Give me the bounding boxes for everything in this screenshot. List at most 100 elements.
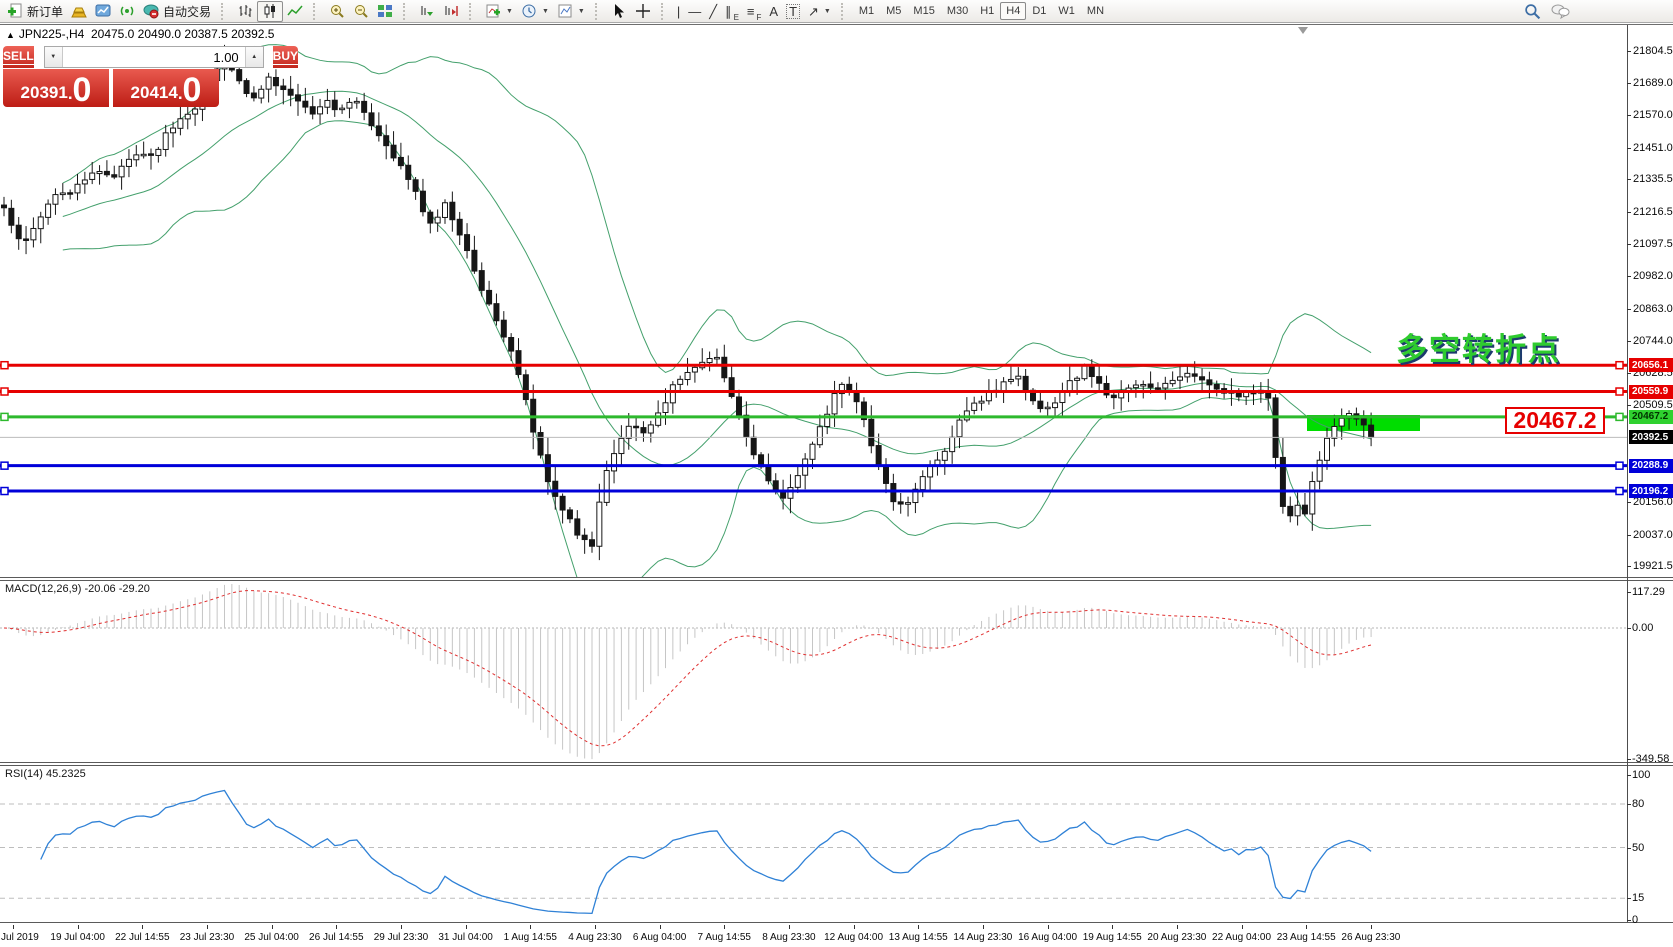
arrows-tool[interactable]: ↗ ▼ (804, 1, 835, 22)
macd-pane[interactable] (0, 581, 1627, 761)
pane-separator[interactable] (0, 762, 1673, 763)
crosshair-tool-button[interactable] (631, 1, 655, 22)
candle-chart-mode-button[interactable] (257, 1, 283, 22)
line-chart-mode-button[interactable] (283, 1, 307, 22)
rsi-axis-label: 0 (1632, 914, 1638, 926)
candle-body (1317, 460, 1322, 481)
candle-body (1008, 379, 1013, 381)
price-level-annotation[interactable]: 20467.2 (1505, 407, 1605, 434)
volume-input[interactable] (63, 47, 245, 67)
vertical-line-tool[interactable]: | (673, 1, 684, 22)
line-handle[interactable] (1616, 413, 1623, 420)
candle-body (612, 454, 617, 471)
line-handle[interactable] (1, 488, 8, 495)
cursor-tool-button[interactable] (607, 1, 631, 22)
candle-body (1016, 376, 1021, 379)
terminal-button[interactable] (91, 1, 115, 22)
candle-body (237, 70, 242, 81)
tile-windows-button[interactable] (373, 1, 397, 22)
time-tick-mark (466, 925, 467, 929)
time-tick-mark (13, 925, 14, 929)
macd-label: MACD(12,26,9) -20.06 -29.20 (5, 583, 150, 595)
rsi-axis-label: 50 (1632, 842, 1644, 854)
candle-body (1244, 392, 1249, 396)
candle-body (163, 133, 168, 150)
candle-body (626, 426, 631, 438)
price-tick-label: 19921.5 (1633, 560, 1673, 572)
timeframe-button-mn[interactable]: MN (1081, 2, 1110, 20)
timeframe-button-m15[interactable]: M15 (907, 2, 940, 20)
collapse-marker-icon[interactable]: ▲ (6, 30, 15, 40)
chart-shift-button[interactable] (439, 1, 463, 22)
main-chart-pane[interactable] (0, 25, 1627, 577)
candle-body (406, 165, 411, 179)
price-tick-label: 21216.5 (1633, 206, 1673, 218)
candle-body (193, 109, 198, 114)
fibonacci-tool[interactable]: ≡ F (743, 1, 765, 22)
timeframe-button-m5[interactable]: M5 (880, 2, 907, 20)
rsi-pane[interactable] (0, 766, 1627, 921)
buy-price-display[interactable]: 20414.0 (113, 69, 219, 107)
channel-glyph: ∥ (725, 5, 732, 18)
candle-body (545, 455, 550, 482)
pane-separator[interactable] (0, 580, 1673, 581)
sell-button[interactable]: SELL (3, 46, 34, 68)
candle-body (82, 180, 87, 184)
timeframe-button-m1[interactable]: M1 (853, 2, 880, 20)
auto-scroll-button[interactable] (415, 1, 439, 22)
periods-button[interactable]: ▼ (517, 1, 553, 22)
volume-increase-button[interactable]: ▲ (245, 47, 263, 67)
line-handle[interactable] (1616, 388, 1623, 395)
channel-tool[interactable]: ∥ E (721, 1, 743, 22)
line-handle[interactable] (1, 362, 8, 369)
dropdown-caret: ▼ (824, 8, 831, 15)
market-watch-button[interactable] (67, 1, 91, 22)
arrows-glyph: ↗ (808, 5, 819, 18)
volume-decrease-button[interactable]: ▼ (45, 47, 63, 67)
candle-body (942, 451, 947, 460)
pane-separator[interactable] (0, 577, 1673, 578)
chat-icon[interactable] (1551, 3, 1570, 19)
zoom-in-button[interactable] (325, 1, 349, 22)
sell-price-display[interactable]: 20391.0 (3, 69, 109, 107)
line-handle[interactable] (1, 388, 8, 395)
shift-marker-icon[interactable] (1298, 27, 1308, 34)
candle-body (1060, 392, 1065, 403)
zoom-out-button[interactable] (349, 1, 373, 22)
trendline-glyph: ╱ (709, 5, 717, 18)
timeframe-button-h1[interactable]: H1 (974, 2, 1000, 20)
candle-body (1200, 377, 1205, 380)
autotrading-button[interactable]: 自动交易 (139, 1, 215, 22)
candle-body (1214, 384, 1219, 389)
time-tick-label: 14 Aug 23:30 (953, 932, 1012, 943)
timeframe-button-w1[interactable]: W1 (1052, 2, 1081, 20)
line-handle[interactable] (1, 413, 8, 420)
time-tick-mark (1371, 925, 1372, 929)
line-handle[interactable] (1616, 488, 1623, 495)
templates-button[interactable]: ▼ (553, 1, 589, 22)
text-label-tool[interactable]: T (782, 1, 804, 22)
trendline-tool[interactable]: ╱ (705, 1, 721, 22)
macd-axis-label: 0.00 (1632, 622, 1653, 634)
candle-body (906, 503, 911, 505)
rsi-tick-mark (1627, 848, 1631, 849)
search-icon[interactable] (1524, 3, 1541, 20)
line-handle[interactable] (1616, 462, 1623, 469)
bar-chart-mode-button[interactable] (233, 1, 257, 22)
line-handle[interactable] (1, 462, 8, 469)
timeframe-button-m30[interactable]: M30 (941, 2, 974, 20)
timeframe-button-h4[interactable]: H4 (1000, 2, 1026, 20)
text-tool[interactable]: A (765, 1, 782, 22)
new-order-button[interactable]: 新订单 (3, 1, 67, 22)
turning-point-annotation[interactable]: 多空转折点 (1396, 324, 1561, 369)
timeframe-button-d1[interactable]: D1 (1026, 2, 1052, 20)
signals-button[interactable] (115, 1, 139, 22)
candle-body (575, 519, 580, 535)
indicators-button[interactable]: ▼ (481, 1, 517, 22)
pane-separator[interactable] (0, 765, 1673, 766)
line-handle[interactable] (1616, 362, 1623, 369)
candle-body (766, 467, 771, 481)
buy-button[interactable]: BUY (273, 46, 298, 68)
horizontal-line-tool[interactable]: — (684, 1, 705, 22)
candle-body (876, 446, 881, 465)
